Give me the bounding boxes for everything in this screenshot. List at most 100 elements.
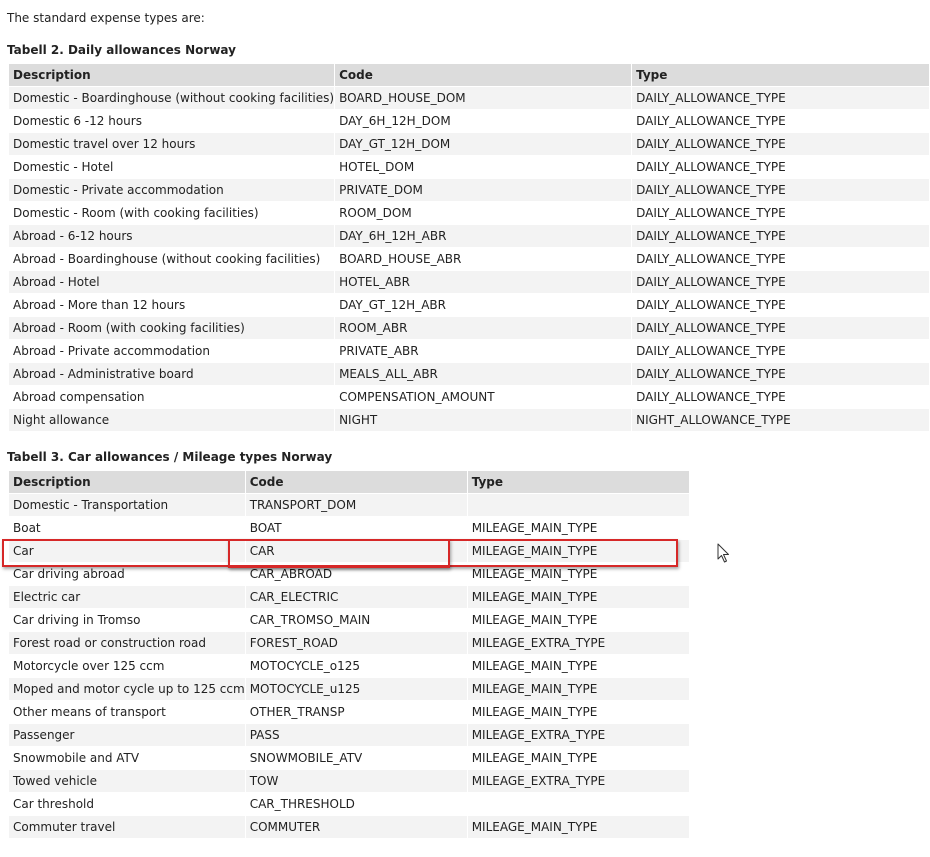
description-cell: Abroad - Boardinghouse (without cooking …: [9, 248, 335, 270]
table-header-row: Description Code Type: [9, 471, 689, 493]
description-cell: Car driving abroad: [9, 563, 245, 585]
type-cell: DAILY_ALLOWANCE_TYPE: [632, 179, 929, 201]
description-cell: Moped and motor cycle up to 125 ccm: [9, 678, 245, 700]
table-row: Domestic - Hotel HOTEL_DOM DAILY_ALLOWANCE…: [9, 156, 929, 178]
type-cell: MILEAGE_EXTRA_TYPE: [467, 770, 689, 792]
table-row: Car driving in Tromso CAR_TROMSO_MAIN MILE…: [9, 609, 689, 631]
table-row: Domestic - Transportation TRANSPORT_DOM: [9, 494, 689, 516]
column-header-type: Type: [632, 64, 929, 86]
type-cell: DAILY_ALLOWANCE_TYPE: [632, 225, 929, 247]
type-cell: DAILY_ALLOWANCE_TYPE: [632, 87, 929, 109]
type-cell: MILEAGE_MAIN_TYPE: [467, 816, 689, 838]
type-cell: MILEAGE_MAIN_TYPE: [467, 563, 689, 585]
code-cell: MOTOCYCLE_u125: [245, 678, 467, 700]
code-cell: ROOM_ABR: [335, 317, 632, 339]
mouse-pointer-icon: [717, 543, 729, 563]
table-row: Motorcycle over 125 ccm MOTOCYCLE_o125 MIL…: [9, 655, 689, 677]
type-cell: MILEAGE_MAIN_TYPE: [467, 517, 689, 539]
type-cell: DAILY_ALLOWANCE_TYPE: [632, 202, 929, 224]
type-cell: MILEAGE_MAIN_TYPE: [467, 747, 689, 769]
code-cell: MOTOCYCLE_o125: [245, 655, 467, 677]
type-cell: MILEAGE_EXTRA_TYPE: [467, 632, 689, 654]
code-cell: COMPENSATION_AMOUNT: [335, 386, 632, 408]
type-cell: DAILY_ALLOWANCE_TYPE: [632, 110, 929, 132]
table3-caption: Tabell 3. Car allowances / Mileage types…: [7, 450, 333, 464]
table2-caption: Tabell 2. Daily allowances Norway: [7, 43, 236, 57]
type-cell: [467, 494, 689, 516]
table-row: Abroad - 6-12 hours DAY_6H_12H_ABR DAILY_A…: [9, 225, 929, 247]
code-cell: PASS: [245, 724, 467, 746]
type-cell: DAILY_ALLOWANCE_TYPE: [632, 340, 929, 362]
type-cell: DAILY_ALLOWANCE_TYPE: [632, 133, 929, 155]
table-row: Towed vehicle TOW MILEAGE_EXTRA_TYPE: [9, 770, 689, 792]
type-cell: MILEAGE_MAIN_TYPE: [467, 609, 689, 631]
column-header-code: Code: [335, 64, 632, 86]
type-cell: MILEAGE_EXTRA_TYPE: [467, 724, 689, 746]
description-cell: Abroad compensation: [9, 386, 335, 408]
code-cell: TRANSPORT_DOM: [245, 494, 467, 516]
code-cell: DAY_GT_12H_ABR: [335, 294, 632, 316]
description-cell: Domestic - Transportation: [9, 494, 245, 516]
type-cell: DAILY_ALLOWANCE_TYPE: [632, 271, 929, 293]
daily-allowances-table: Description Code Type Domestic - Boardin…: [8, 63, 930, 432]
code-cell: BOARD_HOUSE_DOM: [335, 87, 632, 109]
type-cell: DAILY_ALLOWANCE_TYPE: [632, 363, 929, 385]
type-cell: DAILY_ALLOWANCE_TYPE: [632, 317, 929, 339]
code-cell: DAY_6H_12H_DOM: [335, 110, 632, 132]
table-row: Moped and motor cycle up to 125 ccm MOTOC…: [9, 678, 689, 700]
table-header-row: Description Code Type: [9, 64, 929, 86]
table-row: Domestic travel over 12 hours DAY_GT_12H_…: [9, 133, 929, 155]
code-cell: ROOM_DOM: [335, 202, 632, 224]
code-cell: DAY_GT_12H_DOM: [335, 133, 632, 155]
code-cell: FOREST_ROAD: [245, 632, 467, 654]
description-cell: Abroad - Hotel: [9, 271, 335, 293]
description-cell: Passenger: [9, 724, 245, 746]
code-cell: NIGHT: [335, 409, 632, 431]
column-header-description: Description: [9, 64, 335, 86]
description-cell: Abroad - Room (with cooking facilities): [9, 317, 335, 339]
table-row: Boat BOAT MILEAGE_MAIN_TYPE: [9, 517, 689, 539]
code-cell: CAR_ABROAD: [245, 563, 467, 585]
table-row: Domestic - Boardinghouse (without cookin…: [9, 87, 929, 109]
description-cell: Motorcycle over 125 ccm: [9, 655, 245, 677]
code-cell: PRIVATE_DOM: [335, 179, 632, 201]
description-cell: Domestic 6 -12 hours: [9, 110, 335, 132]
table-row: Domestic - Private accommodation PRIVATE_…: [9, 179, 929, 201]
description-cell: Other means of transport: [9, 701, 245, 723]
table-row: Domestic 6 -12 hours DAY_6H_12H_DOM DAILY_…: [9, 110, 929, 132]
table-row: Abroad - Private accommodation PRIVATE_AB…: [9, 340, 929, 362]
description-cell: Night allowance: [9, 409, 335, 431]
table-row: Abroad - Hotel HOTEL_ABR DAILY_ALLOWANCE_T…: [9, 271, 929, 293]
description-cell: Boat: [9, 517, 245, 539]
table-row: Car threshold CAR_THRESHOLD: [9, 793, 689, 815]
table-row: Night allowance NIGHT NIGHT_ALLOWANCE_TYPE: [9, 409, 929, 431]
column-header-type: Type: [467, 471, 689, 493]
table-row: Car CAR MILEAGE_MAIN_TYPE: [9, 540, 689, 562]
code-cell: HOTEL_DOM: [335, 156, 632, 178]
description-cell: Forest road or construction road: [9, 632, 245, 654]
description-cell: Domestic - Private accommodation: [9, 179, 335, 201]
description-cell: Abroad - Private accommodation: [9, 340, 335, 362]
description-cell: Car driving in Tromso: [9, 609, 245, 631]
table-row: Snowmobile and ATV SNOWMOBILE_ATV MILEAGE_…: [9, 747, 689, 769]
description-cell: Towed vehicle: [9, 770, 245, 792]
description-cell: Car: [9, 540, 245, 562]
code-cell: CAR_TROMSO_MAIN: [245, 609, 467, 631]
description-cell: Abroad - Administrative board: [9, 363, 335, 385]
type-cell: DAILY_ALLOWANCE_TYPE: [632, 248, 929, 270]
type-cell: MILEAGE_MAIN_TYPE: [467, 586, 689, 608]
table-row: Domestic - Room (with cooking facilities…: [9, 202, 929, 224]
table-row: Abroad - Administrative board MEALS_ALL_A…: [9, 363, 929, 385]
code-cell: MEALS_ALL_ABR: [335, 363, 632, 385]
table-row: Abroad compensation COMPENSATION_AMOUNT DA…: [9, 386, 929, 408]
type-cell: MILEAGE_MAIN_TYPE: [467, 540, 689, 562]
description-cell: Domestic - Boardinghouse (without cookin…: [9, 87, 335, 109]
description-cell: Domestic - Room (with cooking facilities…: [9, 202, 335, 224]
code-cell: HOTEL_ABR: [335, 271, 632, 293]
code-cell: SNOWMOBILE_ATV: [245, 747, 467, 769]
column-header-code: Code: [245, 471, 467, 493]
code-cell: CAR_THRESHOLD: [245, 793, 467, 815]
table-body: Domestic - Transportation TRANSPORT_DOM Bo…: [9, 494, 689, 838]
code-cell: DAY_6H_12H_ABR: [335, 225, 632, 247]
code-cell: PRIVATE_ABR: [335, 340, 632, 362]
